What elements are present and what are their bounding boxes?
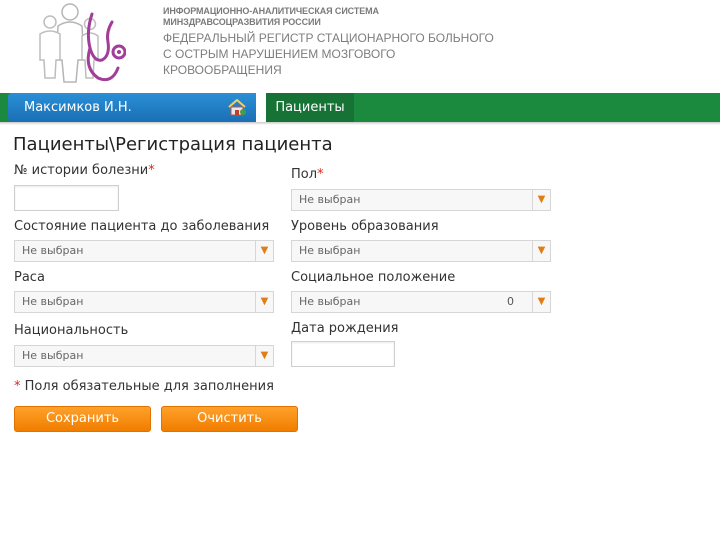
social-status-value: Не выбран [299,295,361,308]
system-title-line: ИНФОРМАЦИОННО-АНАЛИТИЧЕСКАЯ СИСТЕМА [163,6,379,16]
prior-state-select[interactable]: Не выбран ▼ [14,240,274,262]
user-menu[interactable]: Максимков И.Н. [8,93,256,122]
gender-label: Пол* [291,167,324,182]
race-label: Раса [14,270,45,285]
dropdown-arrow-icon[interactable]: ▼ [255,241,273,261]
prior-state-label: Состояние пациента до заболевания [14,219,270,234]
nationality-select[interactable]: Не выбран ▼ [14,345,274,367]
history-number-input[interactable] [14,185,119,211]
registry-title-line: ФЕДЕРАЛЬНЫЙ РЕГИСТР СТАЦИОНАРНОГО БОЛЬНО… [163,31,494,45]
dropdown-arrow-icon[interactable]: ▼ [255,346,273,366]
birthdate-input[interactable] [291,341,395,367]
required-marker: * [14,379,21,394]
gender-select[interactable]: Не выбран ▼ [291,189,551,211]
education-select[interactable]: Не выбран ▼ [291,240,551,262]
social-status-label: Социальное положение [291,270,456,285]
home-icon[interactable] [227,99,247,116]
dropdown-arrow-icon[interactable]: ▼ [255,292,273,312]
main-navbar: Максимков И.Н. Пациенты [0,93,720,122]
gender-value: Не выбран [299,193,361,206]
race-value: Не выбран [22,295,84,308]
navbar-shadow [0,122,720,125]
user-name: Максимков И.Н. [24,100,132,115]
nationality-value: Не выбран [22,349,84,362]
required-note-text: Поля обязательные для заполнения [24,379,274,394]
required-marker: * [317,167,324,182]
history-number-label: № истории болезни* [14,163,155,178]
education-label: Уровень образования [291,219,439,234]
system-title-line: МИНЗДРАВСОЦРАЗВИТИЯ РОССИИ [163,17,321,27]
family-stethoscope-logo-icon [39,3,126,83]
education-value: Не выбран [299,244,361,257]
dropdown-arrow-icon[interactable]: ▼ [532,292,550,312]
tab-patients[interactable]: Пациенты [266,93,354,122]
system-title: ИНФОРМАЦИОННО-АНАЛИТИЧЕСКАЯ СИСТЕМА МИНЗ… [163,6,494,78]
header: ИНФОРМАЦИОННО-АНАЛИТИЧЕСКАЯ СИСТЕМА МИНЗ… [0,0,720,92]
registry-title-line: КРОВООБРАЩЕНИЯ [163,63,282,77]
social-status-select[interactable]: Не выбран 0 ▼ [291,291,551,313]
clear-button[interactable]: Очистить [161,406,298,432]
required-fields-note: * Поля обязательные для заполнения [14,379,274,394]
gender-label-text: Пол [291,167,318,182]
required-marker: * [148,163,155,178]
race-select[interactable]: Не выбран ▼ [14,291,274,313]
save-button[interactable]: Сохранить [14,406,151,432]
nationality-label: Национальность [14,323,129,338]
social-status-count: 0 [507,295,514,308]
prior-state-value: Не выбран [22,244,84,257]
birthdate-label: Дата рождения [291,321,399,336]
nav-divider [256,93,266,122]
dropdown-arrow-icon[interactable]: ▼ [532,190,550,210]
history-number-label-text: № истории болезни [14,163,149,178]
page-title: Пациенты\Регистрация пациента [13,134,333,155]
dropdown-arrow-icon[interactable]: ▼ [532,241,550,261]
registry-title-line: С ОСТРЫМ НАРУШЕНИЕМ МОЗГОВОГО [163,47,396,61]
